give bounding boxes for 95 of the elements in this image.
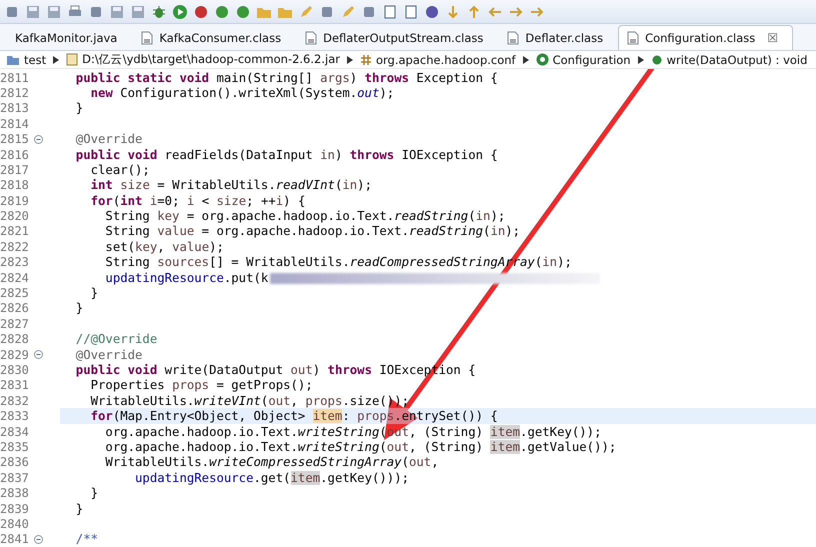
line-number: 2825: [0, 286, 30, 300]
code-line: public void readFields(DataInput in) throws IOException {: [74, 148, 498, 162]
editor-tab[interactable]: KafkaMonitor.java: [6, 25, 132, 50]
tab-label: KafkaMonitor.java: [15, 31, 118, 46]
code-line: @Override: [74, 132, 142, 146]
collapse-icon[interactable]: [34, 350, 43, 360]
code-line: public static void main(String[] args) throws Exception {: [74, 70, 498, 85]
code-line: updatingResource.put(k: [60, 270, 600, 285]
bug-icon[interactable]: [151, 4, 167, 20]
tab-label: DeflaterOutputStream.class: [323, 31, 484, 46]
code-line: }: [74, 101, 84, 116]
code-line: WritableUtils.writeCompressedStringArray(out,: [104, 455, 439, 470]
separator-icon: [522, 56, 529, 64]
editor-tab[interactable]: DeflaterOutputStream.class: [296, 25, 498, 50]
line-number: 2828: [0, 332, 30, 346]
breadcrumb-item[interactable]: test: [24, 52, 46, 67]
circle-icon[interactable]: [214, 4, 230, 20]
line-number: 2841: [0, 532, 30, 546]
line-number: 2826: [0, 301, 30, 316]
line-number: 2838: [0, 486, 30, 500]
collapse-icon[interactable]: [34, 534, 43, 544]
globe-icon[interactable]: [424, 4, 440, 20]
line-number: 2816: [0, 148, 30, 162]
line-number: 2840: [0, 516, 30, 531]
line-number: 2837: [0, 470, 30, 485]
save-all-icon[interactable]: [46, 4, 62, 20]
line-number: 2823: [0, 255, 30, 270]
separator-icon: [638, 56, 644, 64]
pencil-icon[interactable]: [340, 4, 356, 20]
tab-label: KafkaConsumer.class: [159, 31, 282, 46]
code-line: /**: [74, 532, 98, 546]
breadcrumb-item[interactable]: write(DataOutput) : void: [666, 52, 808, 67]
code-line: int size = WritableUtils.readVInt(in);: [90, 178, 372, 192]
line-number: 2814: [0, 116, 30, 131]
collapse-icon[interactable]: [34, 134, 43, 144]
line-number: 2836: [0, 455, 30, 470]
line-number: 2817: [0, 162, 30, 177]
tab-label: Configuration.class: [645, 31, 756, 46]
separator-icon: [53, 56, 60, 64]
code-line: }: [74, 502, 84, 516]
line-number: 2832: [0, 394, 30, 408]
code-line: }: [90, 286, 98, 300]
code-line: }: [90, 486, 98, 500]
code-line: for(int i=0; i < size; ++i) {: [90, 194, 306, 208]
line-number: 2827: [0, 316, 30, 331]
line-number: 2820: [0, 209, 30, 224]
editor-tab[interactable]: Deflater.class: [498, 25, 618, 50]
line-number: 2835: [0, 440, 30, 454]
line-number: 2830: [0, 363, 30, 377]
editor-tab[interactable]: Configuration.class ☒: [618, 25, 794, 50]
circle-icon[interactable]: [193, 4, 209, 20]
code-line: //@Override: [74, 332, 158, 346]
code-line: org.apache.hadoop.io.Text.writeString(out, (String) item.getValue());: [104, 440, 616, 454]
save-icon[interactable]: [25, 4, 41, 20]
editor-tab[interactable]: KafkaConsumer.class: [132, 25, 296, 50]
method-icon: [650, 54, 663, 66]
package-icon: [360, 54, 372, 66]
line-number: 2821: [0, 224, 30, 238]
pencil-icon[interactable]: [298, 4, 314, 20]
line-number: 2811: [0, 70, 30, 85]
line-number: 2824: [0, 270, 30, 285]
line-number: 2819: [0, 194, 30, 208]
code-line: @Override: [74, 348, 142, 362]
code-line: String value = org.apache.hadoop.io.Text.readString(in);: [104, 224, 520, 238]
breadcrumb-item[interactable]: org.apache.hadoop.conf: [376, 52, 516, 67]
breadcrumb-item[interactable]: D:\亿云\ydb\target\hadoop-common-2.6.2.jar: [82, 52, 340, 68]
tab-label: Deflater.class: [525, 31, 604, 46]
separator-icon: [346, 56, 353, 64]
close-icon[interactable]: ☒: [767, 31, 778, 46]
code-line: set(key, value);: [104, 240, 224, 254]
line-number: 2815: [0, 132, 30, 146]
circle-icon[interactable]: [235, 4, 251, 20]
play-icon[interactable]: [172, 4, 188, 20]
save-icon[interactable]: [109, 4, 125, 20]
line-number: 2839: [0, 502, 30, 516]
code-line: String key = org.apache.hadoop.io.Text.readString(in);: [104, 209, 506, 224]
code-line: Properties props = getProps();: [90, 378, 313, 392]
jar-icon: [66, 53, 78, 66]
line-number: 2813: [0, 101, 30, 116]
document-icon[interactable]: [382, 4, 398, 20]
line-number: 2829: [0, 348, 30, 362]
line-number: 2812: [0, 86, 30, 100]
project-icon: [6, 54, 20, 66]
line-number: 2822: [0, 240, 30, 254]
line-number: 2833: [0, 409, 30, 424]
code-line: updatingResource.get(item.getKey()));: [134, 470, 409, 485]
line-number: 2831: [0, 378, 30, 392]
code-line: clear();: [90, 162, 150, 177]
code-line: new Configuration().writeXml(System.out);: [90, 86, 394, 100]
document-icon[interactable]: [403, 4, 419, 20]
breadcrumb-item[interactable]: Configuration: [552, 52, 631, 67]
line-number: 2834: [0, 424, 30, 439]
save-all-icon[interactable]: [130, 4, 146, 20]
line-number: 2818: [0, 178, 30, 192]
code-line: }: [74, 301, 84, 316]
